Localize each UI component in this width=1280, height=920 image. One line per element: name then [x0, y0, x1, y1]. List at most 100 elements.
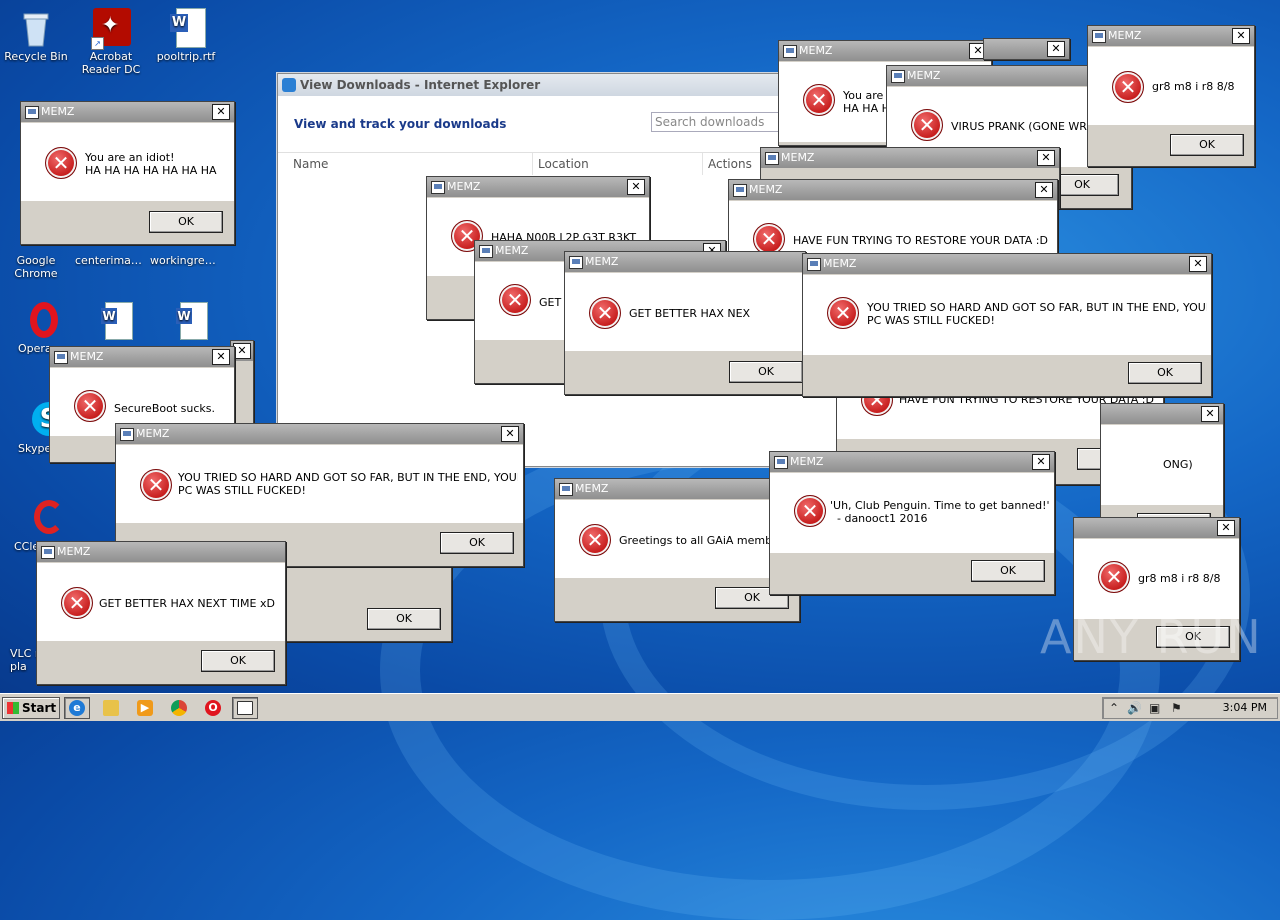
action-center-flag-icon[interactable]: ⚑	[1171, 701, 1182, 715]
desktop-icon-pooltrip[interactable]: W pooltrip.rtf	[150, 8, 222, 63]
ie-icon	[282, 78, 296, 92]
ok-button[interactable]: OK	[367, 608, 441, 630]
ok-button[interactable]: OK	[971, 560, 1045, 582]
start-label: Start	[22, 701, 57, 715]
dialog-message: 'Uh, Club Penguin. Time to get banned!' …	[830, 499, 1050, 525]
error-icon: ✕	[1098, 561, 1130, 593]
window-icon	[41, 546, 55, 559]
close-icon[interactable]: ✕	[1201, 406, 1219, 422]
close-icon[interactable]: ✕	[233, 343, 251, 359]
column-name[interactable]: Name	[293, 157, 328, 171]
desktop-icon-label: Acrobat Reader DC	[81, 50, 141, 76]
taskbar-chrome[interactable]	[166, 697, 192, 719]
dialog-title: MEMZ	[575, 482, 609, 495]
memz-dialog[interactable]: OK	[270, 560, 452, 642]
desktop-icon-label: centerimag...	[75, 254, 147, 267]
dialog-message: YOU TRIED SO HARD AND GOT SO FAR, BUT IN…	[867, 301, 1207, 327]
column-location[interactable]: Location	[538, 157, 589, 171]
memz-dialog[interactable]: ✕	[983, 38, 1070, 60]
window-icon	[783, 45, 797, 58]
close-icon[interactable]: ✕	[1032, 454, 1050, 470]
chrome-icon	[171, 700, 187, 716]
memz-dialog[interactable]: MEMZ ✕ ✕ You are an idiot! HA HA HA HA HA…	[20, 101, 235, 245]
close-icon[interactable]: ✕	[1047, 41, 1065, 57]
close-icon[interactable]: ✕	[1035, 182, 1053, 198]
error-icon: ✕	[140, 469, 172, 501]
close-icon[interactable]: ✕	[212, 349, 230, 365]
window-icon	[891, 70, 905, 83]
desktop-icon-label: Google Chrome	[14, 254, 58, 280]
memz-dialog[interactable]: MEMZ ✕ GET BETTER HAX NEXT TIME xD OK	[36, 541, 286, 685]
dialog-message: ONG)	[1163, 458, 1193, 471]
ie-title-bar[interactable]: View Downloads - Internet Explorer	[278, 74, 856, 96]
window-icon	[1092, 30, 1106, 43]
close-icon[interactable]: ✕	[627, 179, 645, 195]
ok-button[interactable]: OK	[440, 532, 514, 554]
start-button[interactable]: Start	[2, 697, 60, 719]
close-icon[interactable]: ✕	[501, 426, 519, 442]
taskbar-media-player[interactable]: ▶	[132, 697, 158, 719]
close-icon[interactable]: ✕	[1189, 256, 1207, 272]
word-document-icon: W	[91, 300, 133, 340]
volume-icon[interactable]: 🔊	[1127, 701, 1142, 715]
taskbar-explorer[interactable]	[98, 697, 124, 719]
desktop-icon-acrobat[interactable]: ✦ ↗ Acrobat Reader DC	[75, 8, 147, 76]
dialog-title: MEMZ	[447, 180, 481, 193]
desktop-icon-recycle-bin[interactable]: Recycle Bin	[0, 8, 72, 63]
window-icon	[807, 258, 821, 271]
memz-dialog[interactable]: MEMZ ✕ ✕ 'Uh, Club Penguin. Time to get b…	[769, 451, 1055, 595]
error-icon: ✕	[589, 297, 621, 329]
dialog-title: MEMZ	[1108, 29, 1142, 42]
dialog-title: MEMZ	[907, 69, 941, 82]
ok-button[interactable]: OK	[729, 361, 803, 383]
dialog-title: MEMZ	[41, 105, 75, 118]
ie-icon: e	[69, 700, 85, 716]
close-icon[interactable]: ✕	[1217, 520, 1235, 536]
opera-icon: O	[205, 700, 221, 716]
memz-dialog[interactable]: MEMZ ✕ ✕ YOU TRIED SO HARD AND GOT SO FAR…	[802, 253, 1212, 397]
window-icon	[774, 456, 788, 469]
dialog-message: SecureBoot sucks.	[114, 402, 215, 415]
dialog-message: gr8 m8 i r8 8/8	[1138, 572, 1221, 585]
dialog-message: GET BETTER HAX NEXT TIME xD	[99, 597, 275, 610]
ie-title: View Downloads - Internet Explorer	[300, 78, 541, 92]
network-icon[interactable]: ▣	[1149, 701, 1160, 715]
error-icon: ✕	[579, 524, 611, 556]
window-icon	[559, 483, 573, 496]
clock[interactable]: 3:04 PM	[1223, 701, 1267, 714]
desktop-icon-word-doc[interactable]: W	[75, 300, 147, 342]
ok-button[interactable]: OK	[1128, 362, 1202, 384]
close-icon[interactable]: ✕	[1037, 150, 1055, 166]
dialog-message: GET BETTER HAX NEX	[629, 307, 751, 320]
dialog-title: MEMZ	[70, 350, 104, 363]
close-icon[interactable]: ✕	[1232, 28, 1250, 44]
memz-dialog[interactable]: MEMZ ✕ GET BETTER HAX NEX OK	[564, 251, 806, 395]
ok-button[interactable]: OK	[1170, 134, 1244, 156]
desktop-icon-word-doc-2[interactable]: W	[150, 300, 222, 342]
dialog-title: MEMZ	[790, 455, 824, 468]
error-icon: ✕	[61, 587, 93, 619]
close-icon[interactable]: ✕	[212, 104, 230, 120]
desktop-icon-label: Recycle Bin	[4, 50, 68, 63]
ok-button[interactable]: OK	[149, 211, 223, 233]
taskbar-memz[interactable]	[232, 697, 258, 719]
memz-dialog[interactable]: MEMZ ✕ Greetings to all GAiA members! OK	[554, 478, 800, 622]
ok-button[interactable]: OK	[201, 650, 275, 672]
taskbar-opera[interactable]: O	[200, 697, 226, 719]
dialog-title: MEMZ	[781, 151, 815, 164]
window-icon	[237, 701, 253, 715]
dialog-title: MEMZ	[585, 255, 619, 268]
dialog-title: MEMZ	[799, 44, 833, 57]
error-icon: ✕	[45, 147, 77, 179]
show-hidden-icons-icon[interactable]: ⌃	[1109, 701, 1119, 715]
taskbar-ie[interactable]: e	[64, 697, 90, 719]
error-icon: ✕	[499, 284, 531, 316]
column-actions[interactable]: Actions	[708, 157, 752, 171]
error-icon: ✕	[74, 390, 106, 422]
dialog-message: gr8 m8 i r8 8/8	[1152, 80, 1235, 93]
error-icon: ✕	[827, 297, 859, 329]
word-document-icon: W	[166, 300, 208, 340]
memz-dialog[interactable]: MEMZ ✕ ✕ gr8 m8 i r8 8/8 OK	[1087, 25, 1255, 167]
window-icon	[733, 184, 747, 197]
downloads-header: View and track your downloads	[294, 117, 507, 131]
